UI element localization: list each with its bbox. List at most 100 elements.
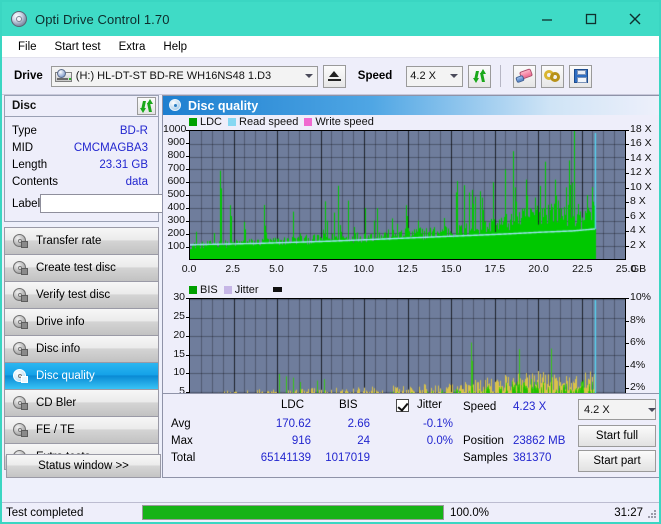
menu-start-test[interactable]: Start test — [46, 39, 110, 55]
y2-axis-tick-label: 10% — [630, 291, 651, 303]
maximize-button[interactable] — [569, 3, 613, 35]
disc-type-value: BD-R — [74, 125, 152, 137]
jitter-label: Jitter — [417, 399, 442, 411]
sidebar-item-drive-info[interactable]: Drive info — [4, 308, 159, 335]
progress-bar — [142, 505, 444, 520]
sidebar-item-create-test-disc[interactable]: Create test disc — [4, 254, 159, 281]
y2-axis-tick-label: 16 X — [630, 137, 652, 149]
progress-fill — [143, 506, 443, 519]
y2-axis-tick — [626, 343, 629, 344]
save-results-button[interactable] — [569, 65, 592, 88]
y2-axis-tick — [626, 388, 629, 389]
status-text: Test completed — [2, 507, 142, 519]
x-axis-tick-label: 0.0 — [175, 263, 203, 275]
legend-item-bis: BIS — [189, 284, 218, 296]
samples-stat-label: Samples — [463, 452, 508, 464]
optical-drive-icon — [55, 69, 72, 83]
y-axis-tick-label: 800 — [163, 149, 185, 161]
ldc-chart: LDC Read speed Write speed 1002003004005… — [163, 115, 660, 283]
menu-extra[interactable]: Extra — [110, 39, 155, 55]
window-title: Opti Drive Control 1.70 — [35, 12, 525, 27]
y-axis-tick — [186, 143, 189, 144]
menu-help[interactable]: Help — [154, 39, 196, 55]
speed-select[interactable]: 4.2 X — [406, 66, 463, 87]
sidebar-item-cd-bler[interactable]: CD Bler — [4, 389, 159, 416]
disc-quality-panel: Disc quality LDC Read speed Write speed — [162, 95, 661, 478]
gold-rings-icon — [544, 69, 561, 83]
disc-mid-label: MID — [12, 142, 74, 154]
position-stat-label: Position — [463, 435, 504, 447]
disc-contents-label: Contents — [12, 176, 74, 188]
y2-axis-tick-label: 12 X — [630, 166, 652, 178]
drive-select[interactable]: (H:) HL-DT-ST BD-RE WH16NS48 1.D3 — [51, 66, 318, 87]
chart-marker-icon — [273, 287, 282, 292]
legend-label-bis: BIS — [200, 284, 218, 296]
status-window-button[interactable]: Status window >> — [6, 454, 161, 478]
start-part-button[interactable]: Start part — [578, 450, 656, 472]
y2-axis-tick — [626, 130, 629, 131]
legend-label-write-speed: Write speed — [315, 116, 374, 128]
disc-row-type: Type BD-R — [12, 122, 152, 139]
elapsed-time: 31:27 — [516, 507, 659, 519]
refresh-icon — [472, 69, 487, 84]
legend-swatch-write-speed — [304, 118, 312, 126]
legend-label-jitter: Jitter — [235, 284, 259, 296]
y-axis-tick — [186, 234, 189, 235]
stats-total-bis: 1017019 — [303, 452, 370, 464]
sidebar-item-label: Transfer rate — [36, 235, 101, 247]
speed-stat-label: Speed — [463, 401, 496, 413]
sidebar-nav: Transfer rate Create test disc Verify te… — [4, 227, 159, 470]
y-axis-tick-label: 1000 — [163, 123, 185, 135]
stats-avg-bis: 2.66 — [315, 418, 370, 430]
legend-item-ldc: LDC — [189, 116, 222, 128]
sidebar-item-disc-quality[interactable]: Disc quality — [4, 362, 159, 389]
y-axis-tick — [186, 195, 189, 196]
x-axis-tick-label: 12.5 — [394, 263, 422, 275]
app-window: Opti Drive Control 1.70 File Start test … — [0, 0, 661, 524]
close-button[interactable] — [613, 3, 657, 35]
sidebar-item-verify-test-disc[interactable]: Verify test disc — [4, 281, 159, 308]
left-sidebar: Disc Type BD-R MID CMCMAGBA3 Length 23.3… — [4, 95, 159, 478]
y-axis-tick-label: 25 — [163, 310, 185, 322]
y-axis-tick-label: 10 — [163, 366, 185, 378]
stats-max-ldc: 916 — [223, 435, 311, 447]
sidebar-item-transfer-rate[interactable]: Transfer rate — [4, 227, 159, 254]
y-axis-tick — [186, 247, 189, 248]
y-axis-tick — [186, 156, 189, 157]
eject-icon — [328, 71, 341, 82]
disc-refresh-button[interactable] — [137, 97, 156, 115]
sidebar-item-label: Drive info — [36, 316, 85, 328]
disc-icon — [13, 234, 28, 248]
y2-axis-tick-label: 2 X — [630, 239, 646, 251]
ldc-plot-area — [189, 130, 626, 260]
start-full-button[interactable]: Start full — [578, 425, 656, 447]
eraser-icon — [516, 70, 533, 83]
menu-file[interactable]: File — [9, 39, 46, 55]
test-speed-select[interactable]: 4.2 X — [578, 399, 656, 420]
resize-grip[interactable] — [647, 510, 657, 520]
chevron-down-icon — [648, 408, 655, 412]
y-axis-tick-label: 400 — [163, 201, 185, 213]
eject-button[interactable] — [323, 65, 346, 88]
save-floppy-icon — [574, 69, 588, 83]
y2-axis-tick — [626, 159, 629, 160]
y2-axis-tick — [626, 188, 629, 189]
erase-disc-button[interactable] — [513, 65, 536, 88]
y-axis-tick — [186, 355, 189, 356]
sidebar-item-fe-te[interactable]: FE / TE — [4, 416, 159, 443]
y-axis-tick-label: 20 — [163, 329, 185, 341]
y-axis-tick-label: 30 — [163, 291, 185, 303]
sidebar-item-disc-info[interactable]: Disc info — [4, 335, 159, 362]
disc-quality-tool-button[interactable] — [541, 65, 564, 88]
y2-axis-tick — [626, 202, 629, 203]
y-axis-tick — [186, 221, 189, 222]
sidebar-item-label: Verify test disc — [36, 289, 110, 301]
y2-axis-tick-label: 6% — [630, 336, 645, 348]
x-axis-tick-label: 15.0 — [437, 263, 465, 275]
legend-swatch-jitter — [224, 286, 232, 294]
disc-row-mid: MID CMCMAGBA3 — [12, 139, 152, 156]
drive-toolbar: Drive (H:) HL-DT-ST BD-RE WH16NS48 1.D3 … — [2, 58, 659, 95]
jitter-checkbox[interactable] — [396, 399, 409, 412]
refresh-drive-button[interactable] — [468, 65, 491, 88]
minimize-button[interactable] — [525, 3, 569, 35]
